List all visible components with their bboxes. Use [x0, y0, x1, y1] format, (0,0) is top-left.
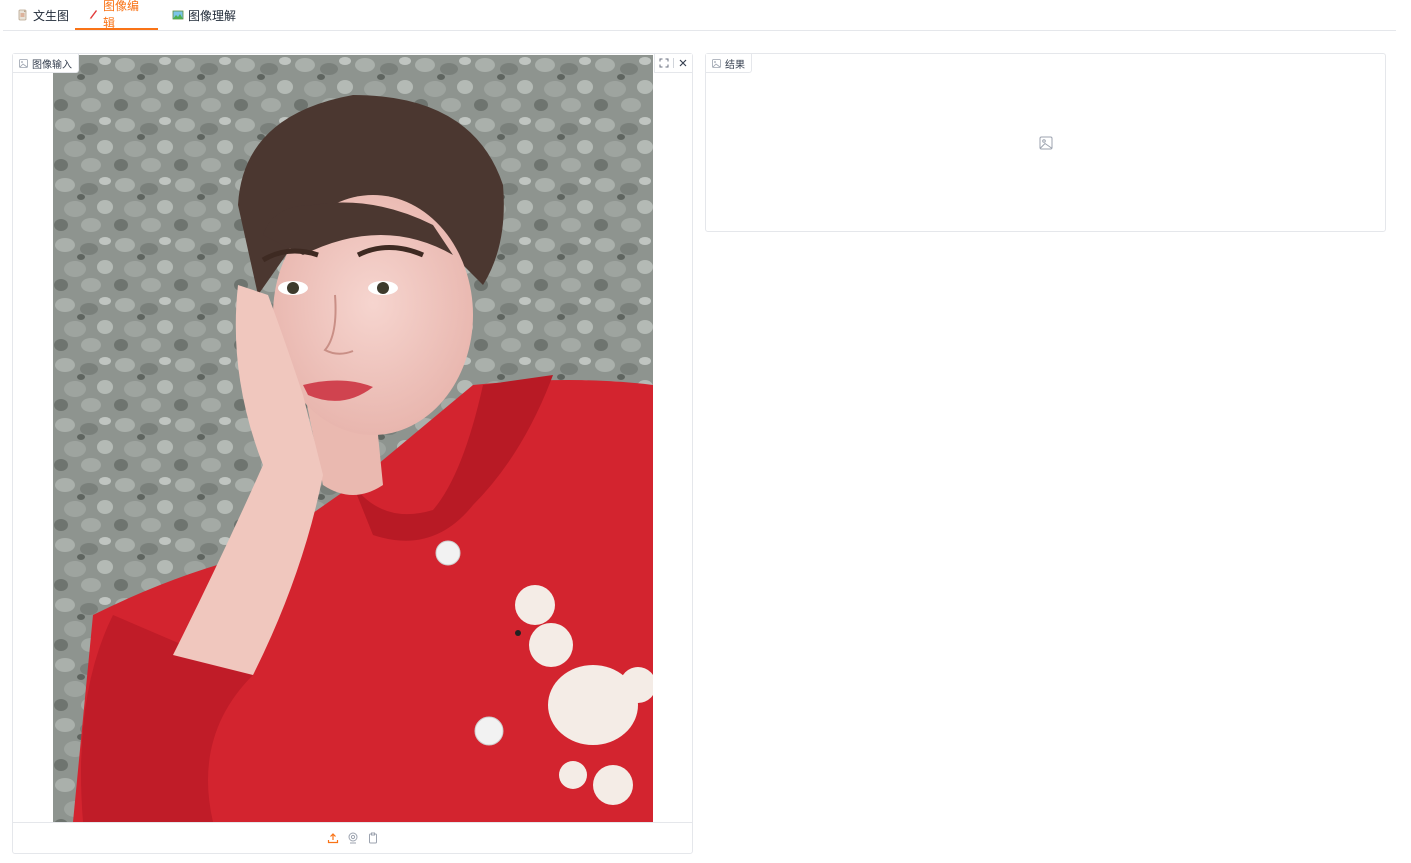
tab-text-to-image[interactable]: 文生图 [5, 0, 81, 30]
tab-image-edit[interactable]: 图像编辑 [75, 0, 158, 30]
image-input-actions [13, 822, 692, 853]
panel-label-text: 结果 [725, 59, 745, 71]
result-label: 结果 [706, 54, 752, 73]
image-small-icon [19, 58, 28, 68]
picture-icon [172, 9, 184, 21]
panel-label-text: 图像输入 [32, 59, 72, 71]
clipboard-icon[interactable] [367, 832, 379, 844]
image-input-label: 图像输入 [13, 54, 79, 73]
pencil-icon [87, 8, 99, 20]
document-icon [17, 9, 29, 21]
image-input-panel: 图像输入 [12, 53, 693, 854]
uploaded-image [53, 55, 653, 822]
image-toolbar [654, 54, 692, 73]
image-small-icon [712, 58, 721, 68]
tab-bar: 文生图 图像编辑 图像理解 [3, 0, 1396, 31]
tab-label: 文生图 [33, 8, 70, 23]
tab-image-understanding[interactable]: 图像理解 [160, 0, 248, 30]
image-placeholder-icon [1039, 136, 1053, 150]
tab-label: 图像编辑 [103, 0, 140, 30]
result-panel: 结果 [705, 53, 1386, 232]
tab-label: 图像理解 [188, 8, 237, 23]
fullscreen-icon[interactable] [655, 54, 673, 72]
upload-icon[interactable] [327, 832, 339, 844]
webcam-icon[interactable] [347, 832, 359, 844]
close-icon[interactable] [674, 54, 692, 72]
